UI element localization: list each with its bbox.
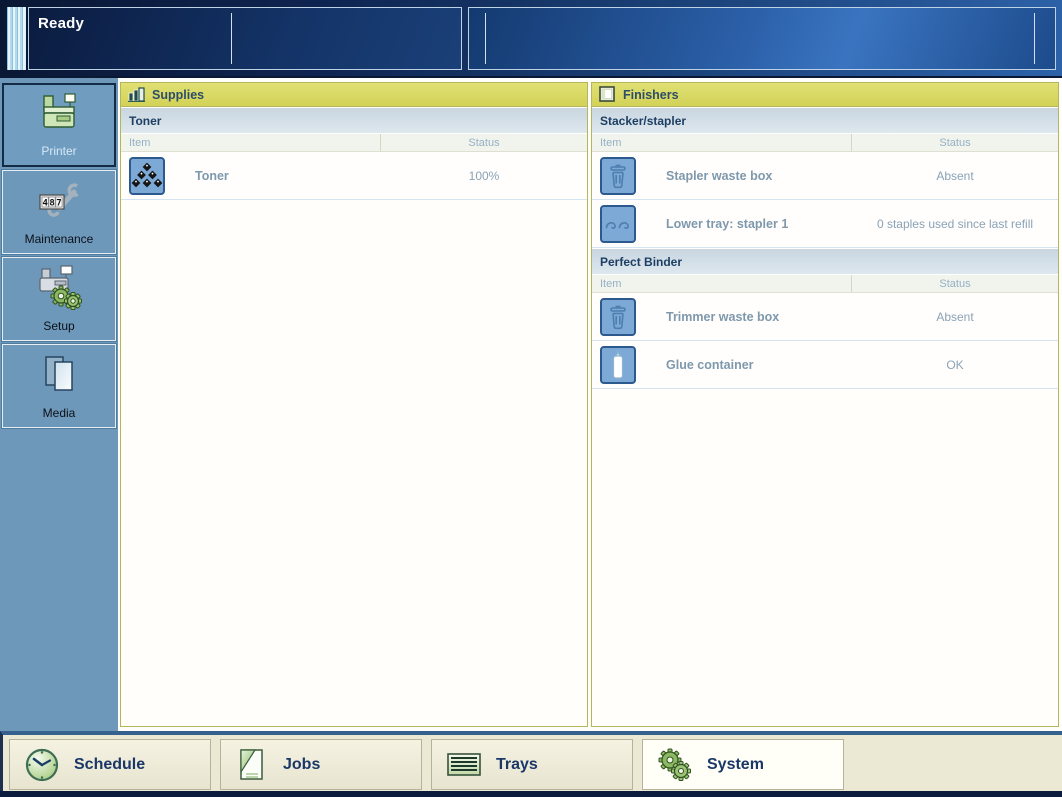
sidebar-item-label: Media [42, 406, 76, 420]
printer-console-screen: Ready Printer 4 8 7 Maintenance Setup Me… [0, 0, 1062, 797]
column-header-status: Status [939, 277, 971, 290]
sidebar-item-setup[interactable]: Setup [2, 257, 116, 341]
finishers-icon [599, 86, 616, 103]
column-header-status: Status [468, 136, 500, 149]
row-item-cell: Stapler waste box [592, 156, 852, 195]
sidebar-item-label: Printer [41, 144, 77, 158]
status-value: 0 staples used since last refill [876, 216, 1034, 231]
section-header: Stacker/stapler [592, 108, 1058, 134]
status-value: OK [946, 357, 964, 372]
tab-jobs[interactable]: Jobs [220, 739, 422, 790]
sidebar-item-printer[interactable]: Printer [2, 83, 116, 167]
tab-schedule[interactable]: Schedule [9, 739, 211, 790]
status-cell-small-left [469, 8, 485, 69]
row-item-cell: Toner [121, 156, 381, 195]
row-item-cell: Lower tray: stapler 1 [592, 204, 852, 243]
svg-text:7: 7 [56, 198, 61, 208]
status-cell-empty [232, 8, 461, 69]
item-label: Glue container [666, 357, 754, 372]
status-value: Absent [936, 168, 974, 183]
stapler-icon [600, 204, 636, 243]
svg-text:4: 4 [42, 198, 48, 208]
table-row: Toner 100% [121, 152, 587, 200]
media-icon [3, 351, 115, 397]
tab-system[interactable]: System [642, 739, 844, 790]
item-label: Toner [195, 168, 229, 183]
panel-supplies: Supplies Toner Item Status Toner 100% [120, 82, 588, 727]
waste-box-icon [600, 156, 636, 195]
tab-trays[interactable]: Trays [431, 739, 633, 790]
sidebar: Printer 4 8 7 Maintenance Setup Media [0, 78, 118, 731]
column-header-row: Item Status [121, 134, 587, 152]
status-value: Absent [936, 309, 974, 324]
item-label: Trimmer waste box [666, 309, 780, 324]
panel-title: Finishers [623, 87, 679, 102]
jobs-document-icon [234, 746, 270, 784]
table-row: Lower tray: stapler 1 0 staples used sinc… [592, 200, 1058, 248]
sidebar-item-maintenance[interactable]: 4 8 7 Maintenance [2, 170, 116, 254]
status-stripes-decoration [7, 7, 26, 70]
item-label: Stapler waste box [666, 168, 773, 183]
column-header-row: Item Status [592, 275, 1058, 293]
status-section-left: Ready [28, 7, 462, 70]
bottom-tab-bar: Schedule Jobs Trays System [0, 731, 1062, 791]
trays-icon [445, 749, 483, 781]
section-header: Perfect Binder [592, 249, 1058, 275]
status-cell-main [486, 8, 1034, 69]
glue-container-icon [600, 345, 636, 384]
setup-icon [3, 264, 115, 310]
waste-box-icon [600, 297, 636, 336]
tab-label: Schedule [74, 755, 146, 773]
printer-icon [4, 91, 114, 137]
table-row: Stapler waste box Absent [592, 152, 1058, 200]
sidebar-item-label: Setup [43, 319, 75, 333]
column-header-item: Item [592, 275, 852, 292]
panel-header: Supplies [121, 83, 587, 107]
row-item-cell: Trimmer waste box [592, 297, 852, 336]
table-row: Glue container OK [592, 341, 1058, 389]
table-row: Trimmer waste box Absent [592, 293, 1058, 341]
tab-label: Trays [496, 755, 538, 773]
panel-header: Finishers [592, 83, 1058, 107]
column-header-row: Item Status [592, 134, 1058, 152]
bottom-border-strip [0, 791, 1062, 797]
sidebar-item-media[interactable]: Media [2, 344, 116, 428]
panel-title: Supplies [152, 87, 205, 102]
panel-finishers: Finishers Stacker/stapler Item Status Stapl… [591, 82, 1059, 727]
svg-text:8: 8 [49, 198, 54, 208]
maintenance-counter-icon: 4 8 7 [3, 177, 115, 221]
row-item-cell: Glue container [592, 345, 852, 384]
status-bar: Ready [0, 0, 1062, 78]
column-header-item: Item [592, 134, 852, 151]
status-cell-small-right [1035, 8, 1055, 69]
sidebar-item-label: Maintenance [24, 232, 94, 246]
toner-icon [129, 156, 165, 195]
section-header: Toner [121, 108, 587, 134]
item-label: Lower tray: stapler 1 [666, 216, 789, 231]
printer-status-text: Ready [38, 15, 85, 32]
supplies-chart-icon [128, 87, 145, 102]
clock-icon [23, 746, 61, 784]
column-header-status: Status [939, 136, 971, 149]
tab-label: Jobs [283, 755, 321, 773]
tab-label: System [707, 755, 764, 773]
system-gears-icon [656, 747, 694, 783]
status-section-right [468, 7, 1056, 70]
status-value: 100% [468, 168, 500, 183]
column-header-item: Item [121, 134, 381, 151]
